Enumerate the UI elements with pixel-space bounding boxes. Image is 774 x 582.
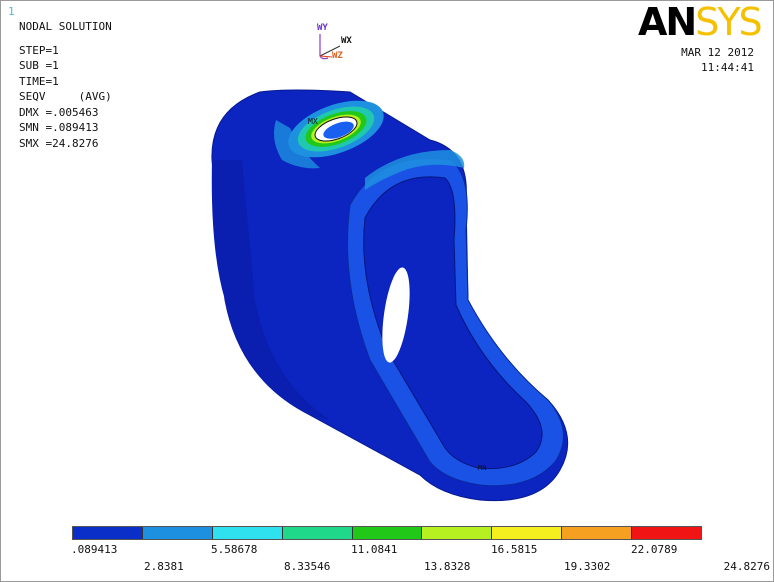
legend-tick-bottom: 13.8328 xyxy=(424,560,471,573)
min-label: MN xyxy=(478,464,486,472)
legend-tick-top: 22.0789 xyxy=(631,543,678,556)
legend-color-3 xyxy=(282,527,353,539)
legend-tick-top: 5.58678 xyxy=(211,543,258,556)
legend-tick-top: 16.5815 xyxy=(491,543,538,556)
legend-colorbar xyxy=(72,526,702,540)
legend-color-2 xyxy=(212,527,283,539)
legend-color-4 xyxy=(352,527,423,539)
legend-color-7 xyxy=(562,527,633,539)
legend-tick-bottom: 8.33546 xyxy=(284,560,331,573)
max-label: MX xyxy=(308,117,318,126)
legend-color-5 xyxy=(422,527,493,539)
fea-model-plot[interactable]: MX MN xyxy=(0,0,774,520)
legend-tick-top: 11.0841 xyxy=(351,543,398,556)
legend-tick-bottom: 2.8381 xyxy=(144,560,184,573)
legend-color-8 xyxy=(632,527,702,539)
legend-color-6 xyxy=(492,527,563,539)
legend-tick-bottom: 19.3302 xyxy=(564,560,611,573)
legend-tick-bottom: 24.8276 xyxy=(723,560,770,573)
legend-tick-top: .089413 xyxy=(71,543,118,556)
legend-color-1 xyxy=(142,527,213,539)
legend-color-0 xyxy=(73,527,143,539)
